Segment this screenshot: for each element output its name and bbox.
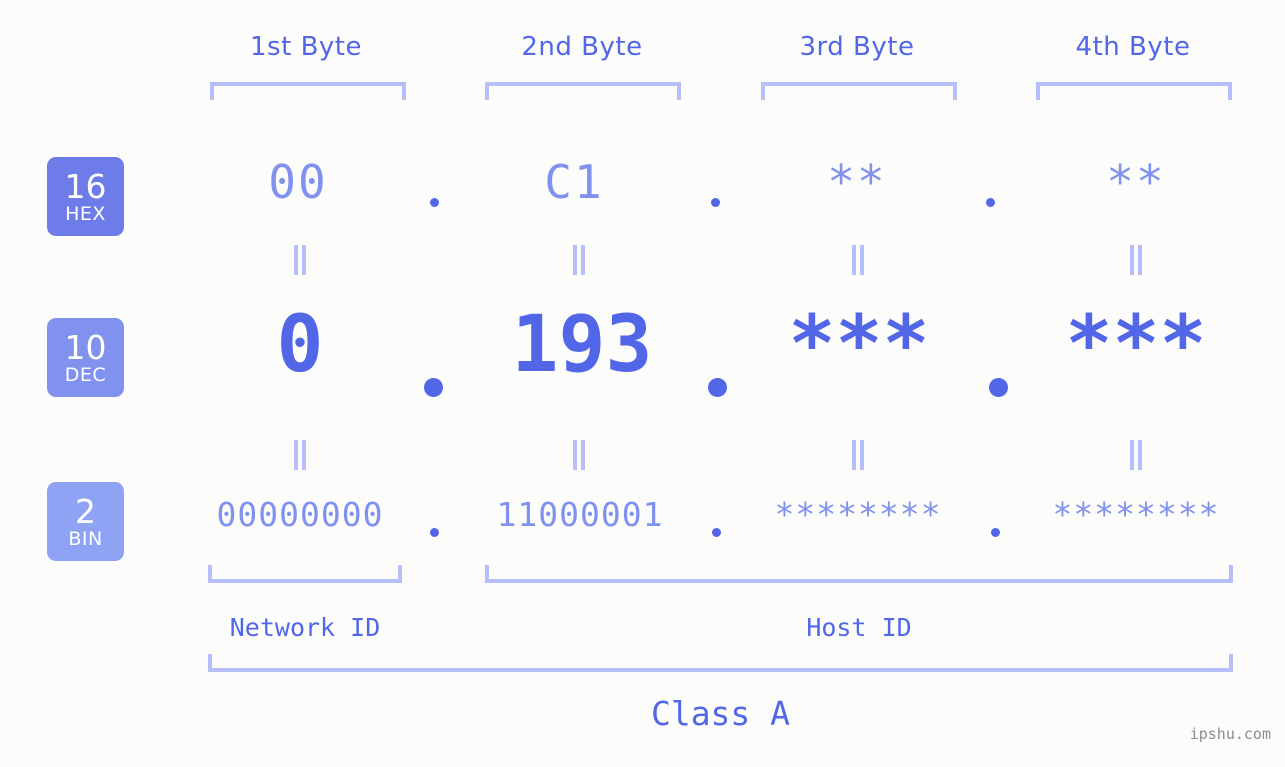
- host-id-bracket: [485, 565, 1233, 583]
- byte-bracket-2: [485, 82, 681, 100]
- bin-dot-1: [430, 528, 439, 537]
- radix-badge-bin-name: BIN: [68, 527, 103, 550]
- radix-badge-dec-name: DEC: [64, 363, 107, 386]
- class-label: Class A: [650, 694, 791, 733]
- equality-mark-dec-bin-3: [850, 440, 866, 470]
- bin-dot-3: [991, 528, 1000, 537]
- byte-header-3: 3rd Byte: [799, 32, 915, 62]
- byte-header-4: 4th Byte: [1075, 32, 1191, 62]
- equality-mark-hex-dec-3: [850, 245, 866, 275]
- equality-mark-dec-bin-1: [292, 440, 308, 470]
- dec-byte-2: 193: [511, 300, 653, 390]
- bin-dot-2: [712, 528, 721, 537]
- bin-byte-4: ********: [1052, 495, 1220, 534]
- hex-dot-3: [986, 198, 995, 207]
- hex-byte-2: C1: [544, 155, 604, 209]
- equality-mark-dec-bin-4: [1128, 440, 1144, 470]
- byte-bracket-3: [761, 82, 957, 100]
- hex-byte-1: 00: [268, 155, 328, 209]
- radix-badge-hex-name: HEX: [65, 202, 106, 225]
- class-bracket: [208, 654, 1233, 672]
- dec-dot-2: [708, 378, 727, 397]
- dec-dot-1: [424, 378, 443, 397]
- network-id-bracket: [208, 565, 402, 583]
- equality-mark-hex-dec-2: [571, 245, 587, 275]
- radix-badge-hex: 16 HEX: [47, 157, 124, 236]
- network-id-label: Network ID: [229, 613, 381, 642]
- dec-byte-3: ***: [788, 300, 930, 390]
- dec-byte-1: 0: [276, 300, 324, 390]
- byte-header-1: 1st Byte: [250, 32, 362, 62]
- dec-dot-3: [989, 378, 1008, 397]
- bin-byte-1: 00000000: [216, 495, 384, 534]
- watermark: ipshu.com: [1189, 725, 1271, 743]
- hex-dot-2: [711, 198, 720, 207]
- equality-mark-hex-dec-4: [1128, 245, 1144, 275]
- radix-badge-bin: 2 BIN: [47, 482, 124, 561]
- byte-bracket-4: [1036, 82, 1232, 100]
- radix-badge-hex-number: 16: [64, 166, 107, 206]
- ip-address-diagram: 1st Byte 2nd Byte 3rd Byte 4th Byte 16 H…: [0, 0, 1285, 767]
- hex-byte-3: **: [827, 155, 887, 209]
- radix-badge-bin-number: 2: [75, 491, 96, 531]
- equality-mark-hex-dec-1: [292, 245, 308, 275]
- byte-header-2: 2nd Byte: [521, 32, 643, 62]
- host-id-label: Host ID: [806, 613, 912, 642]
- radix-badge-dec: 10 DEC: [47, 318, 124, 397]
- dec-byte-4: ***: [1065, 300, 1207, 390]
- radix-badge-dec-number: 10: [64, 327, 107, 367]
- hex-byte-4: **: [1106, 155, 1166, 209]
- bin-byte-3: ********: [774, 495, 942, 534]
- hex-dot-1: [430, 198, 439, 207]
- byte-bracket-1: [210, 82, 406, 100]
- equality-mark-dec-bin-2: [571, 440, 587, 470]
- bin-byte-2: 11000001: [496, 495, 664, 534]
